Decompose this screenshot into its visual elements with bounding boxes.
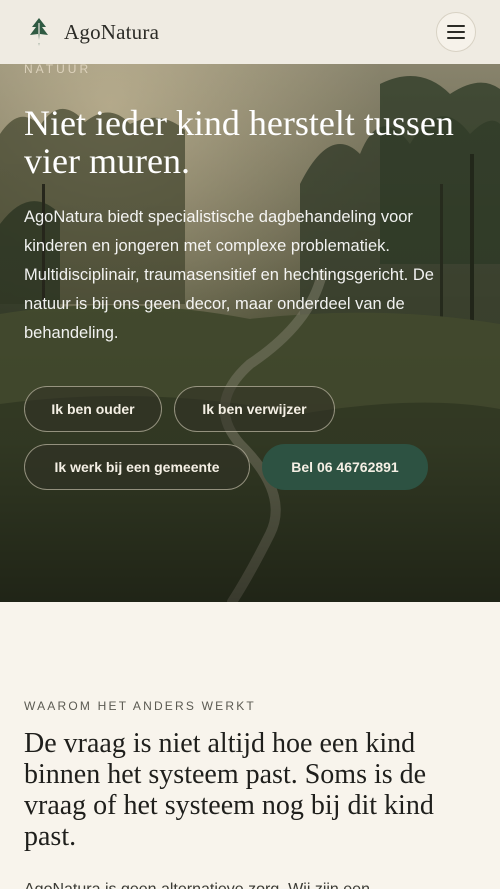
call-button[interactable]: Bel 06 46762891 bbox=[262, 444, 428, 490]
hero-description: AgoNatura biedt specialistische dagbehan… bbox=[24, 208, 434, 342]
tree-logo-icon bbox=[30, 18, 48, 46]
brand[interactable]: AgoNatura bbox=[28, 17, 159, 47]
why-title: De vraag is niet altijd hoe een kind bin… bbox=[24, 728, 434, 852]
why-text: AgoNatura is geen alternatieve zorg. Wij… bbox=[24, 878, 484, 889]
hero-title: Niet ieder kind herstelt tussen vier mur… bbox=[24, 103, 454, 181]
why-section: WAAROM HET ANDERS WERKT De vraag is niet… bbox=[0, 602, 500, 889]
referrer-button[interactable]: Ik ben verwijzer bbox=[174, 386, 335, 432]
brand-name: AgoNatura bbox=[64, 19, 160, 44]
site-header: AgoNatura bbox=[0, 0, 500, 64]
why-eyebrow: WAAROM HET ANDERS WERKT bbox=[24, 699, 256, 713]
parent-button[interactable]: Ik ben ouder bbox=[24, 386, 162, 432]
hero-section: NATUUR Niet ieder kind herstelt tussen v… bbox=[0, 64, 500, 602]
hamburger-menu-icon bbox=[447, 25, 465, 39]
hero-eyebrow: NATUUR bbox=[24, 64, 92, 76]
municipality-button[interactable]: Ik werk bij een gemeente bbox=[24, 444, 250, 490]
menu-button[interactable] bbox=[436, 12, 476, 52]
